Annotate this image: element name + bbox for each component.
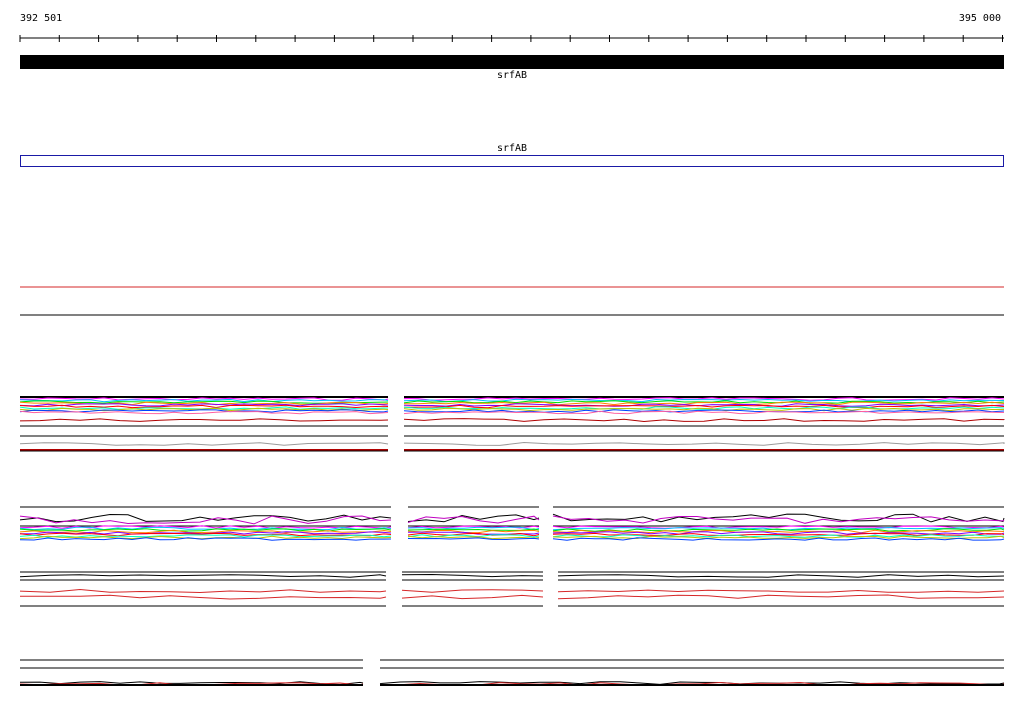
expression-profile-line — [552, 535, 1005, 540]
expression-profile-line — [401, 589, 544, 593]
expression-profile-line — [557, 589, 1005, 593]
genome-browser-canvas — [19, 35, 1005, 686]
expression-profile-line — [401, 594, 544, 600]
expression-profile-line — [401, 573, 544, 578]
expression-profile-line — [19, 594, 387, 600]
expression-profile-line — [557, 594, 1005, 600]
expression-profile-line — [407, 528, 540, 531]
expression-profile-line — [19, 588, 387, 594]
expression-profile-line — [557, 574, 1005, 578]
expression-profile-line — [19, 418, 389, 422]
expression-profile-line — [552, 534, 1005, 538]
expression-profile-line — [19, 574, 387, 578]
expression-profile-line — [19, 442, 389, 446]
expression-profile-line — [552, 531, 1005, 535]
expression-profile-line — [403, 418, 1005, 423]
expression-profile-line — [19, 410, 389, 415]
expression-profile-line — [403, 410, 1005, 415]
expression-profile-line — [407, 537, 540, 541]
expression-profile-line — [403, 441, 1005, 446]
expression-profile-line — [19, 404, 389, 409]
